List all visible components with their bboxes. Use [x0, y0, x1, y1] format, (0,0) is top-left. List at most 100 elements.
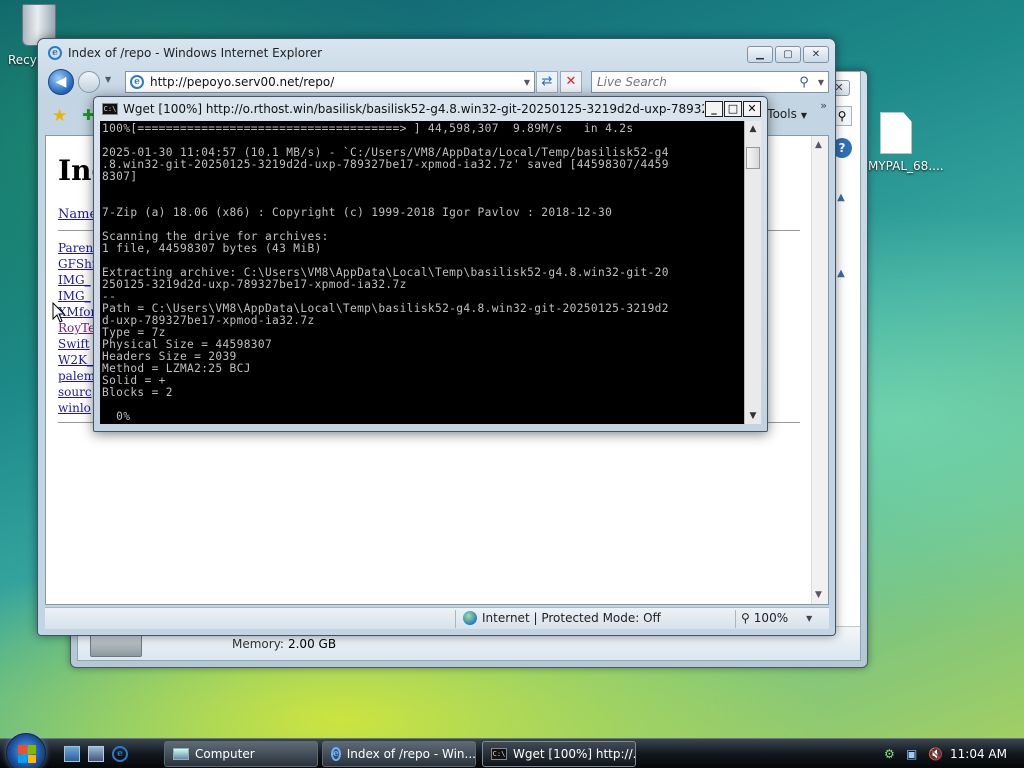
console-line: 100%[===================================…: [102, 122, 634, 135]
status-bar: Internet | Protected Mode: Off ⚲ 100% ▼: [45, 607, 829, 629]
tools-menu[interactable]: Tools ▼: [767, 107, 807, 121]
cmd-icon: C:\: [102, 103, 118, 115]
window-title-text: Index of /repo - Windows Internet Explor…: [68, 46, 323, 60]
divider: [735, 610, 736, 628]
mouse-cursor-icon: [52, 302, 66, 323]
chevron-down-icon: ▼: [800, 111, 807, 120]
back-button[interactable]: ◀: [48, 69, 74, 95]
console-line: 250125-3219d2d-uxp-789327be17-xpmod-ia32…: [102, 278, 407, 291]
forward-button[interactable]: [78, 71, 100, 93]
memory-info: Memory: 2.00 GB: [232, 637, 336, 651]
file-link[interactable]: IMG_: [58, 289, 91, 303]
computer-icon: [173, 748, 189, 760]
console-line: 1 file, 44598307 bytes (43 MiB): [102, 242, 322, 255]
minimize-button[interactable]: ▁: [747, 46, 773, 63]
file-link[interactable]: IMG_: [58, 273, 91, 287]
divider: [455, 610, 456, 628]
taskbar-item-computer[interactable]: Computer: [164, 741, 318, 767]
file-link[interactable]: Swift: [58, 337, 90, 351]
zoom-control[interactable]: ⚲ 100% ▼: [741, 611, 812, 625]
page-icon: e: [130, 75, 144, 89]
maximize-button[interactable]: □: [724, 101, 742, 117]
console-line: Blocks = 2: [102, 386, 173, 399]
address-url[interactable]: http://pepoyo.serv00.net/repo/: [150, 75, 514, 89]
scroll-thumb[interactable]: [746, 147, 760, 169]
monitor-tray-icon[interactable]: ▣: [906, 747, 920, 761]
column-header-name[interactable]: Name: [58, 207, 97, 222]
list-item: Swift: [58, 336, 98, 352]
zoom-icon: ⚲: [741, 611, 750, 625]
search-icon[interactable]: ⚲: [794, 75, 814, 90]
scroll-up-icon[interactable]: ▲: [745, 121, 761, 137]
file-link[interactable]: Parent Directory: [58, 241, 98, 255]
chevron-up-icon[interactable]: ▲: [834, 192, 848, 206]
scroll-down-icon[interactable]: ▼: [815, 590, 822, 600]
list-item: Parent Directory: [58, 240, 98, 256]
taskbar-item-label: Index of /repo - Win...: [346, 747, 476, 761]
console-line: 7-Zip (a) 18.06 (x86) : Copyright (c) 19…: [102, 206, 613, 219]
console-output: 100%[===================================…: [102, 123, 742, 423]
taskbar: e Computer e Index of /repo - Win... C:\…: [0, 733, 1024, 768]
file-link[interactable]: winlo: [58, 401, 91, 415]
show-desktop-icon[interactable]: [64, 746, 80, 762]
switch-windows-icon[interactable]: [88, 746, 104, 762]
page-scrollbar[interactable]: ▲ ▼: [811, 136, 828, 604]
recent-pages-dropdown[interactable]: ▼: [105, 75, 111, 84]
console-title-text: Wget [100%] http://o.rthost.win/basilisk…: [123, 102, 704, 116]
console-window[interactable]: C:\ Wget [100%] http://o.rthost.win/basi…: [93, 96, 768, 432]
chevron-down-icon[interactable]: ▼: [806, 614, 812, 623]
globe-icon: [463, 611, 477, 625]
file-link[interactable]: GFShr: [58, 257, 98, 271]
console-line: Solid = +: [102, 374, 166, 387]
console-line: Method = LZMA2:25 BCJ: [102, 362, 251, 375]
chevron-down-icon[interactable]: ▼: [814, 78, 828, 87]
ie-icon: e: [331, 747, 341, 761]
favorites-star-icon[interactable]: ★: [52, 106, 67, 126]
console-line: 8307]: [102, 170, 138, 183]
list-item: GFShr: [58, 256, 98, 272]
minimize-button[interactable]: _: [705, 101, 723, 117]
clock[interactable]: 11:04 AM: [950, 747, 1007, 761]
taskbar-item-label: Wget [100%] http://...: [513, 747, 636, 761]
stop-button[interactable]: ✕: [560, 71, 582, 93]
refresh-button[interactable]: ⇄: [536, 71, 558, 93]
desktop-file-icon[interactable]: MYPAL_68....: [862, 108, 944, 178]
list-item: winlo: [58, 400, 98, 416]
taskbar-item-ie[interactable]: e Index of /repo - Win...: [322, 741, 476, 767]
search-input[interactable]: [592, 72, 794, 92]
console-line: d-uxp-789327be17-xpmod-ia32.7z: [102, 314, 315, 327]
file-list: Parent DirectoryGFShrIMG_IMG_XMforRoyTeS…: [58, 240, 98, 416]
ie-quicklaunch-icon[interactable]: e: [112, 746, 128, 762]
taskbar-item-label: Computer: [195, 747, 255, 761]
scroll-down-icon[interactable]: ▼: [745, 408, 761, 424]
list-item: sourc: [58, 384, 98, 400]
file-link[interactable]: W2K_E: [58, 353, 98, 367]
file-link[interactable]: palem: [58, 369, 95, 383]
security-zone[interactable]: Internet | Protected Mode: Off: [463, 611, 661, 625]
document-icon: [880, 112, 912, 154]
maximize-button[interactable]: ▢: [775, 46, 801, 63]
chevron-up-icon[interactable]: ▲: [834, 268, 848, 282]
console-screen[interactable]: 100%[===================================…: [100, 121, 744, 424]
search-box[interactable]: ⚲ ▼: [591, 71, 829, 93]
chevron-down-icon[interactable]: ▼: [520, 78, 534, 87]
desktop-file-label: MYPAL_68....: [868, 159, 944, 173]
list-item: W2K_E: [58, 352, 98, 368]
scroll-up-icon[interactable]: ▲: [815, 140, 822, 150]
network-tray-icon[interactable]: ⚙: [884, 747, 898, 761]
caption-buttons: ▁ ▢ ✕: [747, 46, 829, 63]
address-bar[interactable]: e http://pepoyo.serv00.net/repo/ ▼: [125, 71, 535, 93]
toolbar-overflow-icon[interactable]: »: [820, 99, 827, 112]
zoom-level: 100%: [753, 611, 789, 625]
list-item: IMG_: [58, 272, 98, 288]
list-item: palem: [58, 368, 98, 384]
start-button[interactable]: [6, 733, 46, 768]
taskbar-item-wget[interactable]: C:\ Wget [100%] http://...: [482, 741, 636, 767]
close-button[interactable]: ✕: [803, 46, 829, 63]
volume-muted-icon[interactable]: 🔇: [928, 747, 943, 761]
ie-icon: e: [112, 746, 128, 762]
close-button[interactable]: ✕: [743, 101, 761, 117]
console-scrollbar[interactable]: ▲ ▼: [744, 121, 761, 424]
file-link[interactable]: sourc: [58, 385, 92, 399]
